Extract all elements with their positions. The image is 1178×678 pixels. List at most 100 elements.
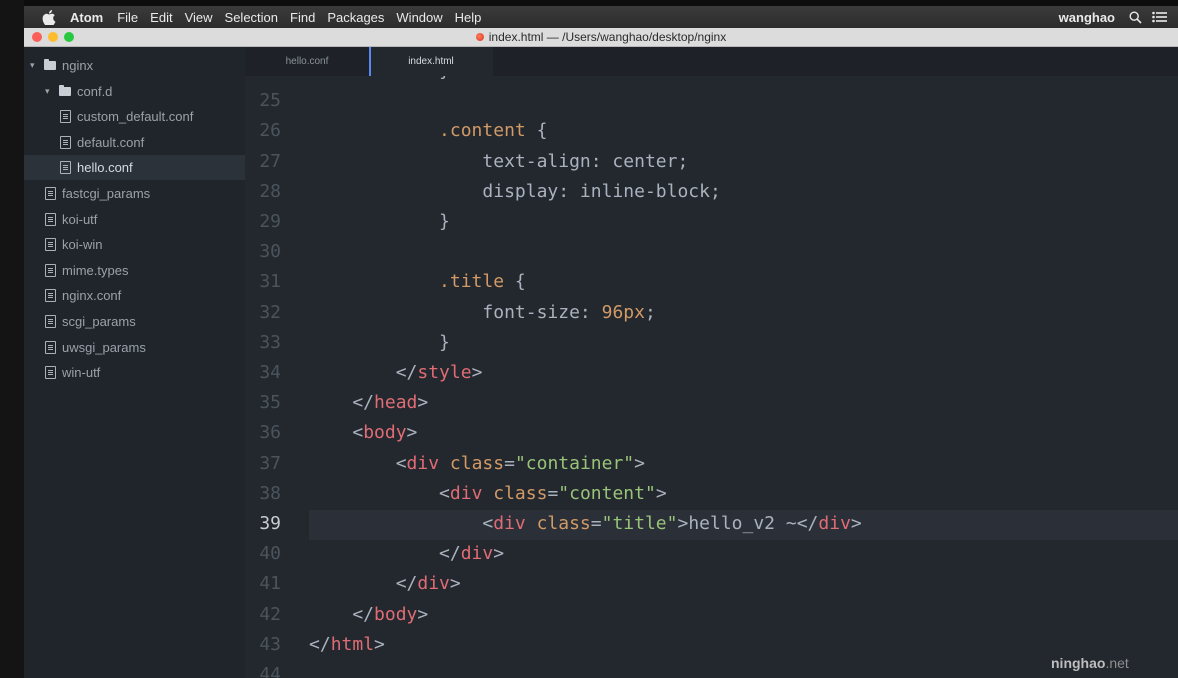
code-line[interactable]: <div class="container"> [309,453,645,474]
menu-edit[interactable]: Edit [150,10,172,25]
tree-file-hello-conf[interactable]: hello.conf [24,155,281,181]
code-line[interactable]: </div> [309,543,504,564]
code-token: > [449,573,461,595]
code-line[interactable]: } [309,211,450,232]
tree-file-mime-types[interactable]: mime.types [24,258,266,283]
window-title-bar[interactable]: index.html — /Users/wanghao/desktop/ngin… [24,28,1178,47]
tree-folder-nginx[interactable]: ▾ nginx [24,53,251,78]
code-token: "content" [558,482,656,504]
code-line[interactable]: .content { [309,120,547,141]
code-token: </ [796,513,819,534]
code-line[interactable]: .title { [309,271,526,292]
line-number: 28 [259,180,281,202]
watermark-logo: ninghao.net [1051,655,1129,671]
menu-view[interactable]: View [185,10,213,25]
code-editor[interactable]: 24 }2526 .content {27 text-align: center… [245,76,1178,678]
notification-center-icon[interactable] [1152,11,1168,23]
tree-item-label: default.conf [77,134,145,150]
tree-file-scgi-params[interactable]: scgi_params [24,309,266,334]
code-token: 96px [601,301,645,323]
menu-atom[interactable]: Atom [70,10,103,25]
line-number: 38 [259,482,281,504]
file-icon [45,187,56,200]
code-line[interactable]: <div class="content"> [309,483,667,504]
tree-item-label: scgi_params [62,314,136,329]
code-line[interactable]: <div class="title">hello_v2 ~</div> [309,513,861,534]
chevron-down-icon[interactable]: ▾ [45,86,55,97]
line-number: 26 [259,120,281,142]
code-token: .content [439,120,526,142]
watermark-brand: ninghao [1051,655,1106,671]
menu-find[interactable]: Find [290,10,315,25]
tree-file-nginx-conf[interactable]: nginx.conf [24,283,266,308]
file-icon [45,289,56,303]
line-number: 39 [259,513,281,534]
menu-selection[interactable]: Selection [225,10,278,25]
code-token: ; [644,301,656,323]
code-token: </ [309,603,375,625]
code-token: > [471,362,483,383]
tab-hello-conf[interactable]: hello.conf [245,47,369,76]
code-token: "title" [601,513,678,534]
file-icon [45,340,56,354]
code-line[interactable]: font-size: 96px; [309,301,656,323]
apple-icon[interactable] [42,9,56,25]
code-line[interactable]: </head> [309,392,428,413]
file-icon [60,161,71,175]
menu-window[interactable]: Window [396,10,442,25]
code-token: html [330,633,375,655]
code-line[interactable]: </html> [309,634,385,655]
code-line[interactable]: <body> [309,422,417,443]
code-token: div [818,513,851,534]
tree-item-label: custom_default.conf [77,109,194,125]
code-line[interactable]: text-align: center; [309,151,688,172]
line-number: 37 [259,452,281,474]
tree-file-fastcgi-params[interactable]: fastcgi_params [24,181,266,206]
code-line[interactable]: </div> [309,573,461,594]
menu-help[interactable]: Help [455,10,482,25]
folder-icon [44,59,56,70]
code-token: = [547,482,559,504]
tree-item-label: fastcgi_params [62,186,151,201]
tree-file-koi-utf[interactable]: koi-utf [24,207,266,232]
code-line[interactable]: </body> [309,604,428,625]
tree-file-default-conf[interactable]: default.conf [24,130,281,155]
user-name[interactable]: wanghao [1059,10,1115,25]
spotlight-search-icon[interactable] [1129,10,1142,24]
window-title-text: index.html — /Users/wanghao/desktop/ngin… [488,30,727,44]
tree-file-win-utf[interactable]: win-utf [24,360,266,385]
code-token: > [374,633,385,655]
tree-file-koi-win[interactable]: koi-win [24,232,266,257]
tree-item-label: mime.types [62,262,129,278]
code-token: "container" [514,452,635,474]
code-token: = [504,452,515,474]
code-token: div [417,573,450,595]
menu-file[interactable]: File [117,10,138,25]
tree-file-custom-default-conf[interactable]: custom_default.conf [24,104,281,129]
code-line[interactable]: display: inline-block; [309,181,720,202]
line-number: 30 [259,241,281,263]
menu-packages[interactable]: Packages [327,10,384,25]
menu-bar: Atom File Edit View Selection Find Packa… [24,6,1178,28]
code-line[interactable]: } [309,76,450,81]
watermark-suffix: .net [1105,655,1129,671]
tab-index-html[interactable]: index.html [369,47,493,76]
code-line[interactable]: } [309,332,450,353]
code-token: < [309,422,364,444]
file-icon [45,315,56,328]
tree-folder-conf-d[interactable]: ▾ conf.d [24,79,266,104]
tree-file-uwsgi-params[interactable]: uwsgi_params [24,335,266,360]
window-title: index.html — /Users/wanghao/desktop/ngin… [24,30,1178,44]
line-number: 34 [259,362,281,383]
code-line[interactable]: </style> [309,362,483,383]
chevron-down-icon[interactable]: ▾ [30,60,40,71]
code-token: > [406,422,418,444]
tree-view: ▾ nginx ▾ conf.d custom_default.conf default.… [24,47,281,678]
code-token: class [439,452,505,474]
desktop-edge [0,0,24,678]
line-number: 25 [259,90,281,112]
code-token: </ [309,633,331,655]
code-token: > [634,452,645,474]
line-number: 33 [259,331,281,353]
code-token: > [677,513,689,534]
